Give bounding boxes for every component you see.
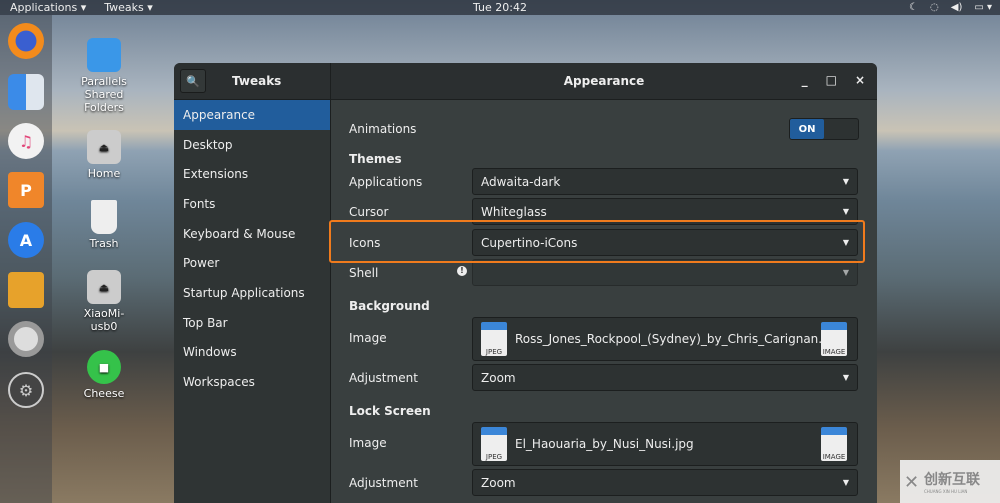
dock: ♫ P A ⚙ [0,15,52,503]
sidebar-item-workspaces[interactable]: Workspaces [174,367,330,397]
image-file-icon: IMAGE [821,427,847,461]
maximize-button[interactable]: □ [826,73,837,87]
warning-info-icon: ! [457,266,467,276]
settings-icon[interactable]: ⚙ [8,372,44,408]
search-icon: 🔍 [186,74,200,88]
highlight-annotation [329,220,865,263]
dropdown-value: Zoom [481,475,516,490]
eject-icon: ⏏ [87,270,121,304]
archive-icon[interactable] [8,272,44,308]
chevron-down-icon: ▼ [842,207,849,216]
appearance-panel: Animations ON Themes Applications Adwait… [332,100,877,503]
desktop-item-label: Home [87,167,121,180]
trash-icon [91,200,117,234]
animations-label: Animations [349,122,417,136]
desktop-item-label: XiaoMi-usb0 [83,307,125,333]
minimize-button[interactable]: _ [802,73,808,87]
chevron-down-icon: ▼ [842,478,849,487]
sidebar-item-extensions[interactable]: Extensions [174,159,330,189]
watermark-text: 创新互联 [924,472,980,488]
app-title: Tweaks [232,74,282,88]
lock-screen-image-label: Image [349,436,387,450]
volume-icon[interactable]: ◀) [951,2,963,13]
shell-theme-dropdown: ▼ [472,259,858,286]
search-button[interactable]: 🔍 [180,69,206,93]
file-name: El_Haouaria_by_Nusi_Nusi.jpg [515,437,694,451]
desktop-item-label: Cheese [83,387,125,400]
top-bar: Applications ▾ Tweaks ▾ Tue 20:42 ☾ ◌ ◀) ▭ ▾ [0,0,1000,15]
applications-menu[interactable]: Applications ▾ [10,1,86,14]
music-icon[interactable]: ♫ [8,123,44,159]
lock-screen-heading: Lock Screen [349,404,431,418]
camera-icon: ■ [87,350,121,384]
eject-icon: ⏏ [87,130,121,164]
applications-theme-dropdown[interactable]: Adwaita-dark ▼ [472,168,858,195]
jpeg-file-icon: JPEG [481,427,507,461]
app-store-icon[interactable]: A [8,222,44,258]
header-bar: 🔍 Tweaks Appearance _ □ × [174,63,877,100]
lock-screen-adjustment-label: Adjustment [349,476,418,490]
sidebar-item-fonts[interactable]: Fonts [174,189,330,219]
firefox-icon[interactable] [8,23,44,59]
applications-label: Applications [349,175,423,189]
chevron-down-icon: ▼ [842,373,849,382]
sidebar-item-top-bar[interactable]: Top Bar [174,308,330,338]
tweaks-window: 🔍 Tweaks Appearance _ □ × Appearance Deskto… [174,63,877,503]
lock-screen-adjustment-dropdown[interactable]: Zoom ▼ [472,469,858,496]
desktop-item-label: Trash [89,237,119,250]
dropdown-value: Adwaita-dark [481,174,561,189]
desktop-item-home[interactable]: ⏏ Home [74,130,134,180]
chevron-down-icon: ▼ [842,177,849,186]
desktop-item-cheese[interactable]: ■ Cheese [74,350,134,400]
watermark-logo-icon: ✕ [904,472,920,493]
sidebar-item-desktop[interactable]: Desktop [174,130,330,160]
sidebar-item-appearance[interactable]: Appearance [174,100,330,130]
watermark: ✕ 创新互联 CHUANG XIN HU LIAN [900,460,1000,503]
network-icon[interactable]: ◌ [930,2,939,13]
chevron-down-icon: ▼ [842,268,849,277]
themes-heading: Themes [349,152,402,166]
animations-toggle[interactable]: ON [789,118,859,140]
background-heading: Background [349,299,430,313]
battery-menu-icon[interactable]: ▭ ▾ [974,2,992,13]
tweaks-app-menu[interactable]: Tweaks ▾ [104,1,153,14]
toggle-state: ON [790,119,824,139]
sidebar-item-keyboard-mouse[interactable]: Keyboard & Mouse [174,219,330,249]
night-light-icon[interactable]: ☾ [909,2,918,13]
background-adjustment-label: Adjustment [349,371,418,385]
desktop-item-parallels[interactable]: Parallels Shared Folders [74,38,134,114]
file-name: Ross_Jones_Rockpool_(Sydney)_by_Chris_Ca… [515,332,841,346]
close-button[interactable]: × [855,73,865,87]
finder-icon[interactable] [8,74,44,110]
folder-icon [87,38,121,72]
image-file-icon: IMAGE [821,322,847,356]
sidebar: Appearance Desktop Extensions Fonts Keyb… [174,100,331,503]
background-image-label: Image [349,331,387,345]
help-icon[interactable] [8,321,44,357]
background-adjustment-dropdown[interactable]: Zoom ▼ [472,364,858,391]
watermark-subtext: CHUANG XIN HU LIAN [924,489,968,494]
desktop-item-trash[interactable]: Trash [74,200,134,250]
desktop-item-xiaomi[interactable]: ⏏ XiaoMi-usb0 [74,270,134,333]
shell-label: Shell [349,266,379,280]
dropdown-value: Whiteglass [481,204,547,219]
page-title: Appearance [563,74,645,88]
cursor-label: Cursor [349,205,389,219]
jpeg-file-icon: JPEG [481,322,507,356]
sidebar-item-power[interactable]: Power [174,248,330,278]
sidebar-item-startup-applications[interactable]: Startup Applications [174,278,330,308]
background-image-chooser[interactable]: JPEG Ross_Jones_Rockpool_(Sydney)_by_Chri… [472,317,858,361]
sidebar-item-windows[interactable]: Windows [174,338,330,368]
lock-screen-image-chooser[interactable]: JPEG El_Haouaria_by_Nusi_Nusi.jpg IMAGE [472,422,858,466]
presentation-icon[interactable]: P [8,172,44,208]
dropdown-value: Zoom [481,370,516,385]
desktop-item-label: Parallels Shared Folders [81,75,127,114]
